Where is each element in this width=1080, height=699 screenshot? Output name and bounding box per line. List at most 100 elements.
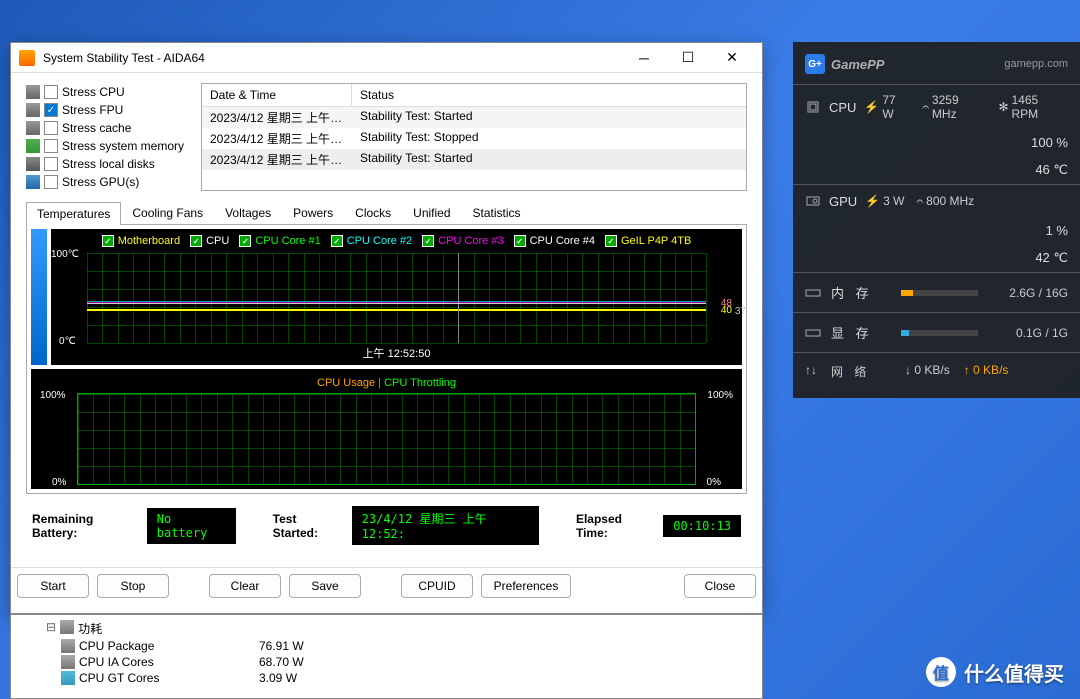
net-up: ↑ 0 KB/s bbox=[964, 363, 1009, 380]
overlay-cpu-section: CPU ⚡77 W 𝄐3259 MHz ✻1465 RPM bbox=[793, 84, 1080, 129]
stress-memory-option[interactable]: Stress system memory bbox=[26, 137, 191, 155]
tree-parent[interactable]: ⊟功耗 bbox=[11, 619, 762, 638]
power-tree: ⊟功耗 CPU Package76.91 W CPU IA Cores68.70… bbox=[10, 614, 763, 699]
legend-item[interactable]: ✓CPU Core #3 bbox=[422, 235, 503, 247]
stress-cache-option[interactable]: Stress cache bbox=[26, 119, 191, 137]
gpu-icon bbox=[26, 175, 40, 189]
watermark-icon: 值 bbox=[926, 657, 956, 687]
cpu-usage-value: 100 % bbox=[793, 129, 1080, 156]
stress-cpu-option[interactable]: Stress CPU bbox=[26, 83, 191, 101]
time-marker: 上午 12:52:50 bbox=[55, 343, 738, 361]
legend-item[interactable]: ✓Motherboard bbox=[102, 235, 180, 247]
legend-item[interactable]: ✓CPU Core #1 bbox=[239, 235, 320, 247]
checkbox[interactable] bbox=[44, 157, 58, 171]
cpu-icon bbox=[805, 99, 821, 115]
memory-icon bbox=[805, 285, 821, 301]
tab-voltages[interactable]: Voltages bbox=[214, 201, 282, 224]
graph-sidebar[interactable] bbox=[31, 229, 47, 365]
chip-icon bbox=[61, 655, 75, 669]
gpu-usage-value: 1 % bbox=[793, 217, 1080, 244]
clear-button[interactable]: Clear bbox=[209, 574, 281, 598]
tab-temperatures[interactable]: Temperatures bbox=[26, 202, 121, 225]
tree-row[interactable]: CPU IA Cores68.70 W bbox=[11, 654, 762, 670]
wave-icon: 𝄐 bbox=[922, 100, 929, 115]
checkbox[interactable] bbox=[44, 139, 58, 153]
gpu-temp-value: 42 ℃ bbox=[793, 244, 1080, 272]
gamepp-icon: G+ bbox=[805, 54, 825, 74]
legend-item[interactable]: ✓CPU Core #4 bbox=[514, 235, 595, 247]
checkbox[interactable]: ✓ bbox=[422, 235, 434, 247]
cpu-freq: 𝄐3259 MHz bbox=[922, 93, 986, 121]
cpu-power: ⚡77 W bbox=[864, 93, 910, 121]
fan-icon: ✻ bbox=[998, 100, 1008, 114]
save-button[interactable]: Save bbox=[289, 574, 361, 598]
preferences-button[interactable]: Preferences bbox=[481, 574, 571, 598]
legend-item[interactable]: ✓CPU bbox=[190, 235, 229, 247]
stress-options: Stress CPU ✓Stress FPU Stress cache Stre… bbox=[26, 83, 191, 191]
checkbox[interactable]: ✓ bbox=[331, 235, 343, 247]
checkbox[interactable] bbox=[44, 85, 58, 99]
tab-unified[interactable]: Unified bbox=[402, 201, 461, 224]
gpu-power: ⚡3 W bbox=[865, 194, 904, 209]
chip-icon bbox=[61, 639, 75, 653]
tab-statistics[interactable]: Statistics bbox=[462, 201, 532, 224]
usage-graph: CPU Usage | CPU Throttling 100% 0% 100% … bbox=[31, 369, 742, 489]
chip-icon bbox=[61, 671, 75, 685]
stress-fpu-option[interactable]: ✓Stress FPU bbox=[26, 101, 191, 119]
tab-cooling-fans[interactable]: Cooling Fans bbox=[121, 201, 214, 224]
tab-powers[interactable]: Powers bbox=[282, 201, 344, 224]
minimize-button[interactable]: ─ bbox=[622, 44, 666, 72]
legend-item[interactable]: ✓GeIL P4P 4TB bbox=[605, 235, 691, 247]
memory-bar bbox=[901, 290, 978, 296]
log-row[interactable]: 2023/4/12 星期三 上午 1...Stability Test: Sta… bbox=[202, 107, 746, 128]
test-started-label: Test Started: bbox=[273, 512, 342, 540]
cpu-icon bbox=[26, 85, 40, 99]
event-log-table: Date & Time Status 2023/4/12 星期三 上午 1...… bbox=[201, 83, 747, 191]
tree-row[interactable]: CPU Package76.91 W bbox=[11, 638, 762, 654]
cpuid-button[interactable]: CPUID bbox=[401, 574, 473, 598]
cpu-temp-value: 46 ℃ bbox=[793, 156, 1080, 184]
vram-bar bbox=[901, 330, 978, 336]
column-header-datetime[interactable]: Date & Time bbox=[202, 84, 352, 106]
graph-panel: ✓Motherboard ✓CPU ✓CPU Core #1 ✓CPU Core #2… bbox=[26, 225, 747, 494]
start-button[interactable]: Start bbox=[17, 574, 89, 598]
net-down: ↓ 0 KB/s bbox=[905, 363, 950, 380]
log-row[interactable]: 2023/4/12 星期三 上午 1...Stability Test: Sta… bbox=[202, 149, 746, 170]
legend-item[interactable]: ✓CPU Core #2 bbox=[331, 235, 412, 247]
tree-row[interactable]: CPU GT Cores3.09 W bbox=[11, 670, 762, 686]
network-icon: ↑↓ bbox=[805, 363, 817, 380]
bolt-icon: ⚡ bbox=[865, 194, 880, 208]
checkbox[interactable] bbox=[44, 175, 58, 189]
checkbox[interactable]: ✓ bbox=[239, 235, 251, 247]
status-bar: Remaining Battery: No battery Test Start… bbox=[26, 494, 747, 557]
overlay-gpu-section: GPU ⚡3 W 𝄐800 MHz bbox=[793, 184, 1080, 217]
watermark: 值 什么值得买 bbox=[926, 657, 1064, 687]
cpu-usage-label: CPU Usage bbox=[317, 377, 375, 389]
close-window-button[interactable]: ✕ bbox=[710, 44, 754, 72]
temperature-graph: ✓Motherboard ✓CPU ✓CPU Core #1 ✓CPU Core #2… bbox=[51, 229, 742, 365]
log-row[interactable]: 2023/4/12 星期三 上午 1...Stability Test: Sto… bbox=[202, 128, 746, 149]
elapsed-value: 00:10:13 bbox=[663, 515, 741, 537]
stress-gpu-option[interactable]: Stress GPU(s) bbox=[26, 173, 191, 191]
battery-label: Remaining Battery: bbox=[32, 512, 137, 540]
maximize-button[interactable]: ☐ bbox=[666, 44, 710, 72]
gpu-icon bbox=[805, 193, 821, 209]
stop-button[interactable]: Stop bbox=[97, 574, 169, 598]
column-header-status[interactable]: Status bbox=[352, 84, 746, 106]
gamepp-overlay: G+ GamePP gamepp.com CPU ⚡77 W 𝄐3259 MHz… bbox=[793, 42, 1080, 398]
app-icon bbox=[19, 50, 35, 66]
power-icon bbox=[60, 620, 74, 634]
close-button[interactable]: Close bbox=[684, 574, 756, 598]
vram-icon bbox=[805, 325, 821, 341]
button-row: Start Stop Clear Save CPUID Preferences … bbox=[11, 567, 762, 604]
checkbox[interactable]: ✓ bbox=[102, 235, 114, 247]
tab-clocks[interactable]: Clocks bbox=[344, 201, 402, 224]
stress-disks-option[interactable]: Stress local disks bbox=[26, 155, 191, 173]
checkbox[interactable]: ✓ bbox=[514, 235, 526, 247]
usage-chart-canvas: 100% 0% 100% 0% bbox=[77, 393, 696, 485]
bolt-icon: ⚡ bbox=[864, 100, 879, 114]
checkbox[interactable]: ✓ bbox=[605, 235, 617, 247]
checkbox[interactable] bbox=[44, 121, 58, 135]
checkbox[interactable]: ✓ bbox=[190, 235, 202, 247]
checkbox[interactable]: ✓ bbox=[44, 103, 58, 117]
